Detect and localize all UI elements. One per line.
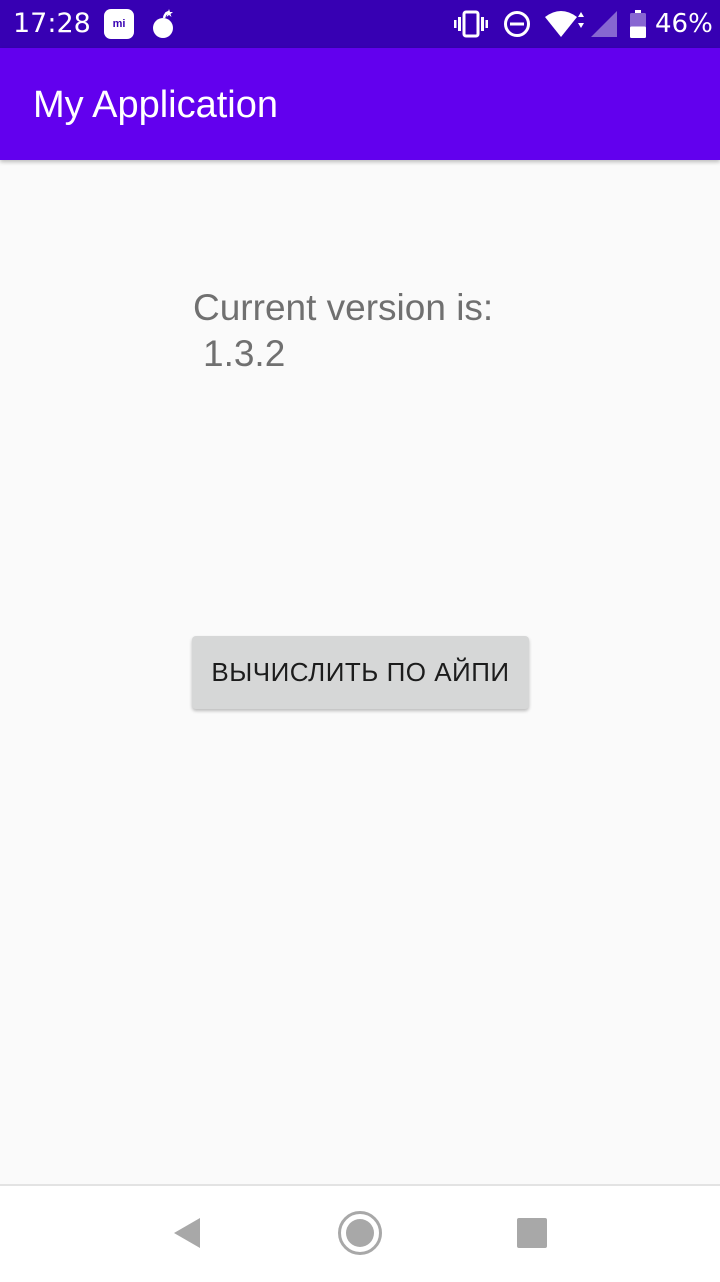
bomb-icon	[153, 9, 173, 38]
vibrate-icon	[454, 10, 488, 38]
home-icon[interactable]	[337, 1210, 383, 1256]
wifi-icon	[545, 11, 584, 37]
battery-percent: 46%	[655, 9, 713, 39]
calculate-by-ip-button[interactable]: ВЫЧИСЛИТЬ ПО АЙПИ	[192, 636, 529, 709]
app-title: My Application	[33, 84, 279, 126]
cell-signal-icon	[591, 11, 617, 37]
status-bar: 17:28 mi 46%	[0, 0, 720, 48]
battery-icon	[630, 10, 646, 38]
version-label: Current version is:	[193, 287, 494, 328]
app-bar: My Application	[0, 48, 720, 160]
recents-icon[interactable]	[516, 1217, 548, 1249]
do-not-disturb-icon	[504, 11, 530, 37]
status-time: 17:28	[13, 8, 91, 39]
mi-notification-icon: mi	[104, 9, 134, 39]
navigation-bar	[0, 1184, 720, 1282]
version-value: 1.3.2	[203, 333, 286, 374]
version-info: Current version is: 1.3.2	[193, 285, 553, 377]
back-icon[interactable]	[170, 1215, 206, 1251]
